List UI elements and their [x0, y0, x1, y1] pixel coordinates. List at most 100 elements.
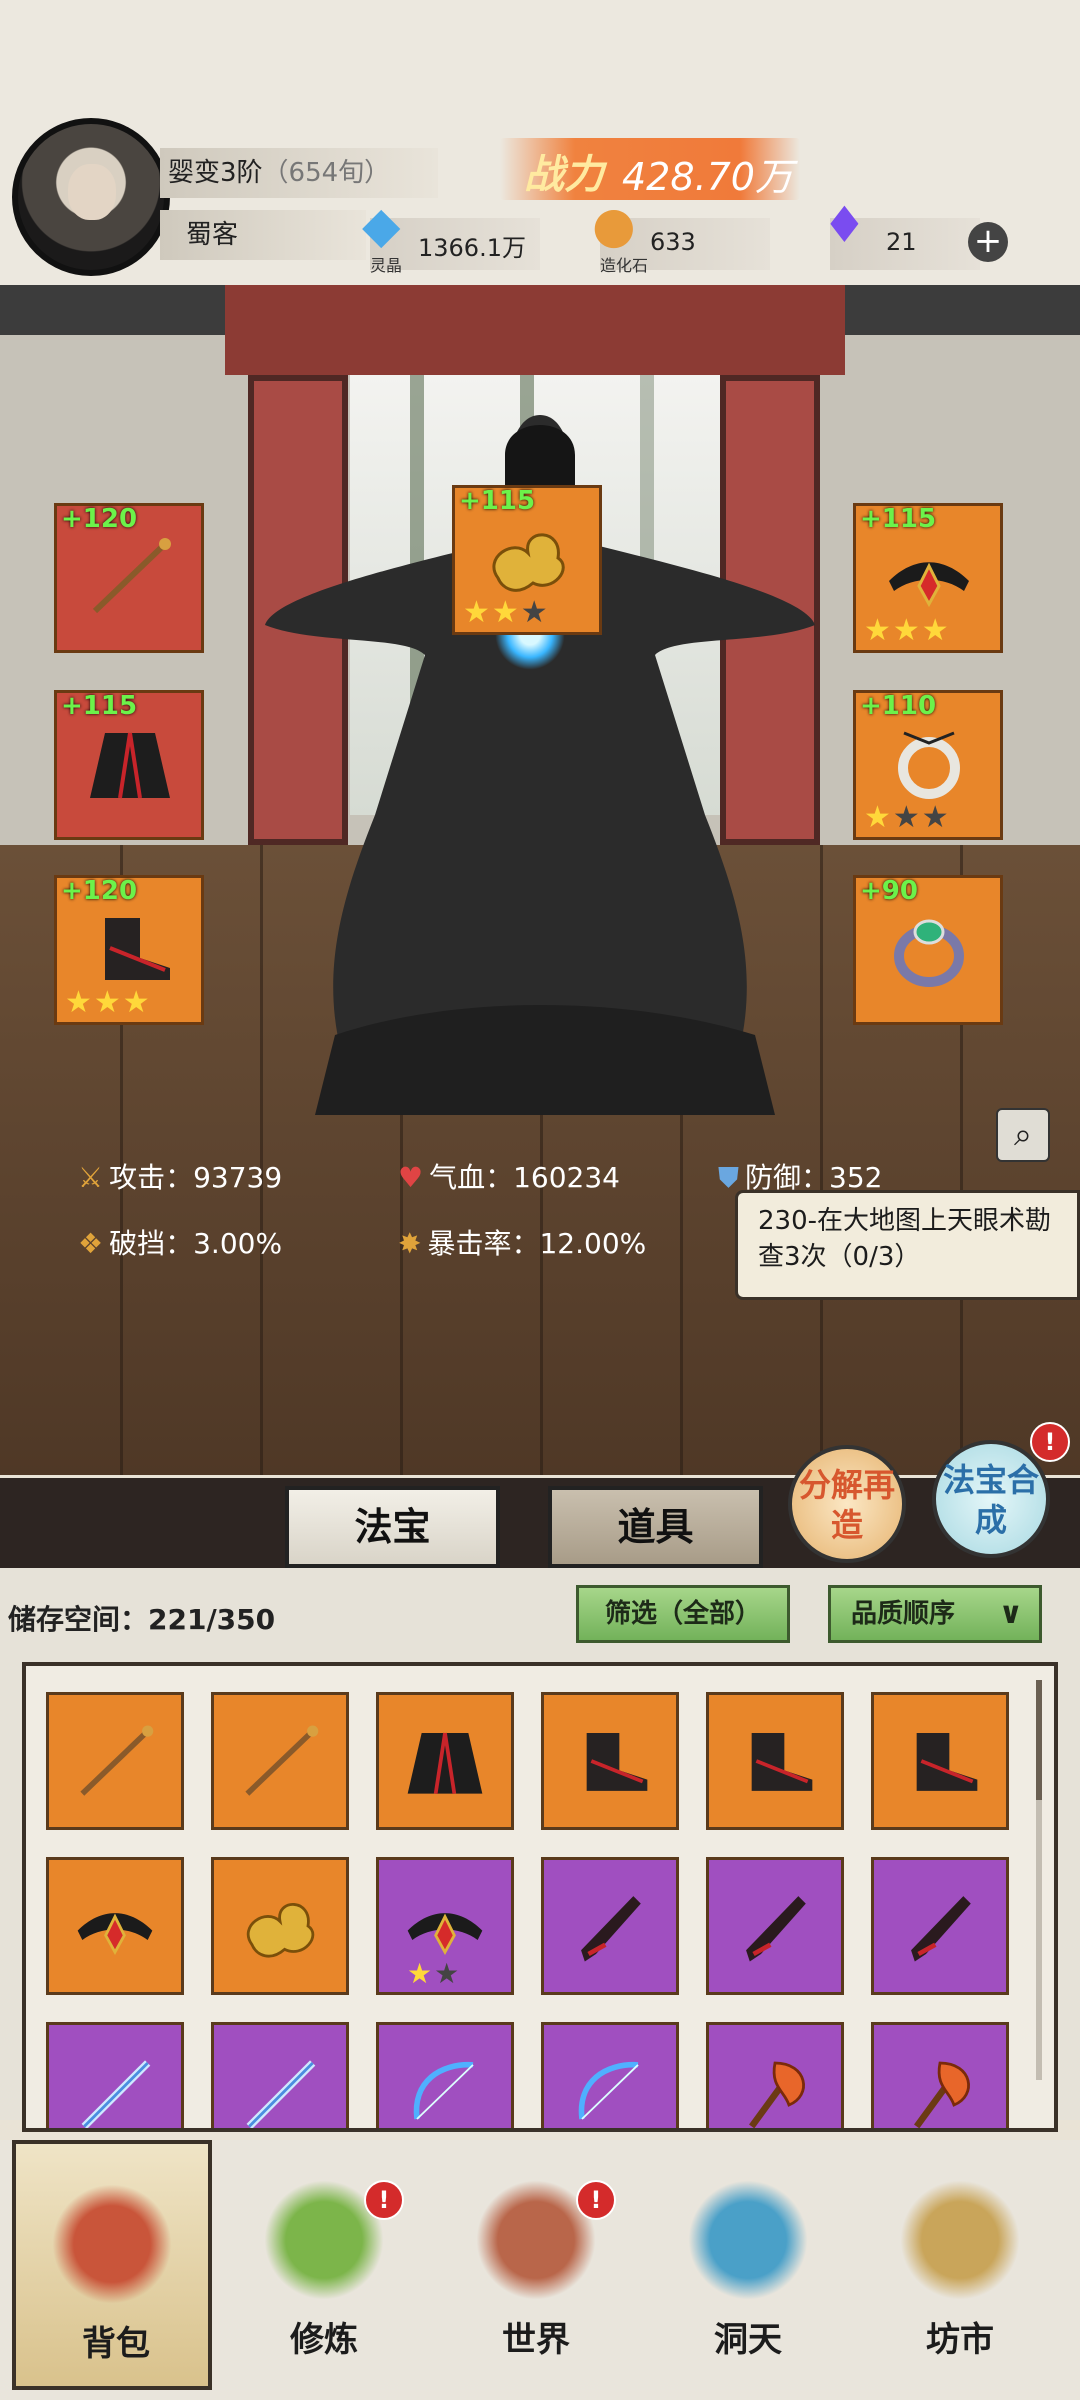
nav-label: 世界 [502, 2320, 570, 2360]
golden-cloud-icon [492, 533, 565, 592]
notification-badge: ! [576, 2180, 616, 2220]
bag-icon [52, 2184, 172, 2304]
nav-label: 修炼 [290, 2320, 358, 2360]
inventory-item[interactable] [871, 1857, 1009, 1995]
boots-icon [751, 1733, 813, 1791]
inventory-item[interactable] [211, 2022, 349, 2128]
add-resource-button[interactable]: + [968, 222, 1008, 262]
sort-label: 品质顺序 [851, 1599, 956, 1629]
inventory-scroll-thumb[interactable] [1036, 1680, 1042, 1800]
emerald-ring-icon [894, 919, 964, 987]
ice-sword-icon [81, 2060, 151, 2128]
inventory-item[interactable] [706, 1692, 844, 1830]
nav-label: 坊市 [926, 2320, 994, 2360]
equip-slot-left-1[interactable]: +120 [54, 503, 204, 653]
nav-label: 背包 [82, 2324, 150, 2364]
creation-stone-icon: ● [592, 196, 636, 254]
stat-crit: ✸ 暴击率：12.00% [398, 1222, 646, 1262]
nav-item-3[interactable]: 世界! [436, 2140, 636, 2390]
dark-blade-icon [911, 1896, 971, 1962]
nav-item-2[interactable]: 修炼! [224, 2140, 424, 2390]
inventory-item[interactable] [46, 2022, 184, 2128]
staff-icon [80, 1725, 154, 1796]
crit-icon: ✸ [398, 1227, 422, 1260]
combat-power: 战力 428.70万 [500, 138, 800, 200]
storage-capacity: 储存空间：221/350 [8, 1603, 276, 1636]
star-rating: ★★ [407, 1957, 462, 1990]
notification-badge: ! [1030, 1422, 1070, 1462]
equip-level: +120 [61, 504, 138, 534]
equip-slot-right-3[interactable]: +90 [853, 875, 1003, 1025]
inventory-item[interactable]: ★★ [376, 1857, 514, 1995]
star-rating: ★★★ [65, 985, 152, 1020]
star-rating: ★★★ [864, 800, 951, 835]
resource-purple-flame[interactable]: ♦ 21 [822, 196, 980, 270]
ice-sword-icon [246, 2060, 316, 2128]
resource-spirit-crystal[interactable]: ◆ 1366.1万 灵晶 [362, 196, 540, 275]
equip-slot-right-1[interactable]: +115 ★★★ [853, 503, 1003, 653]
equip-level: +90 [860, 876, 918, 906]
equip-slot-left-2[interactable]: +115 [54, 690, 204, 840]
inventory-item[interactable] [871, 1692, 1009, 1830]
nav-item-4[interactable]: 洞天 [648, 2140, 848, 2390]
jade-pendant-icon [898, 731, 960, 799]
player-title: 蜀客 [160, 210, 366, 260]
inventory-grid: ★★ [22, 1662, 1058, 2132]
resource-creation-stone[interactable]: ● 633 造化石 [592, 196, 770, 275]
spirit-crystal-caption: 灵晶 [370, 256, 403, 275]
tab-artifact[interactable]: 法宝 [285, 1486, 500, 1568]
player-realm: 婴变3阶（654旬） [160, 148, 438, 198]
magnify-icon[interactable]: ⌕ [996, 1108, 1050, 1162]
bow-icon [578, 2062, 639, 2120]
inventory-item[interactable] [46, 1692, 184, 1830]
chevron-down-icon: ∨ [998, 1596, 1023, 1631]
power-label: 战力 [524, 152, 604, 198]
hp-value: 气血：160234 [429, 1161, 620, 1194]
crown-icon [77, 1913, 153, 1956]
player-avatar[interactable] [12, 118, 170, 276]
equip-slot-right-2[interactable]: +110 ★★★ [853, 690, 1003, 840]
tab-items[interactable]: 道具 [548, 1486, 763, 1568]
equip-level: +115 [459, 486, 536, 516]
inventory-item[interactable] [541, 2022, 679, 2128]
star-rating: ★★★ [463, 595, 550, 630]
equip-level: +115 [860, 504, 937, 534]
inventory-item[interactable] [211, 1692, 349, 1830]
decompose-button[interactable]: 分解再造 [788, 1445, 906, 1563]
fire-axe-icon [749, 2061, 805, 2128]
inventory-item[interactable] [541, 1692, 679, 1830]
stat-attack: ⚔ 攻击：93739 [78, 1156, 282, 1196]
sort-dropdown[interactable]: 品质顺序 ∨ [828, 1585, 1042, 1643]
notification-badge: ! [364, 2180, 404, 2220]
armor-break-icon: ❖ [78, 1227, 104, 1260]
equip-slot-left-3[interactable]: +120 ★★★ [54, 875, 204, 1025]
creation-stone-value: 633 [650, 228, 696, 256]
quest-tracker[interactable]: 230-在大地图上天眼术勘查3次（0/3） [735, 1190, 1080, 1300]
nav-item-5[interactable]: 坊市 [860, 2140, 1060, 2390]
purple-flame-icon: ♦ [822, 196, 867, 254]
bow-icon [413, 2062, 474, 2120]
dark-blade-icon [746, 1896, 806, 1962]
staff-icon [245, 1725, 319, 1796]
filter-button[interactable]: 筛选（全部） [576, 1585, 790, 1643]
equip-level: +120 [61, 876, 138, 906]
inventory-item[interactable] [376, 2022, 514, 2128]
robe-icon [407, 1732, 483, 1794]
inventory-item[interactable] [376, 1692, 514, 1830]
creation-stone-caption: 造化石 [600, 256, 649, 275]
inventory-item[interactable] [706, 1857, 844, 1995]
inventory-item[interactable] [46, 1857, 184, 1995]
boots-icon [586, 1733, 648, 1791]
staff-icon [92, 538, 171, 614]
equip-slot-center[interactable]: +115 ★★★ [452, 485, 602, 635]
inventory-item[interactable] [706, 2022, 844, 2128]
inventory-item[interactable] [541, 1857, 679, 1995]
artifact-synthesis-button[interactable]: 法宝合成 [932, 1440, 1050, 1558]
break-value: 破挡：3.00% [109, 1227, 283, 1260]
portal-icon [688, 2180, 808, 2300]
inventory-item[interactable] [871, 2022, 1009, 2128]
nav-item-1[interactable]: 背包 [12, 2140, 212, 2390]
dark-blade-icon [581, 1896, 641, 1962]
star-rating: ★★★ [864, 613, 951, 648]
inventory-item[interactable] [211, 1857, 349, 1995]
